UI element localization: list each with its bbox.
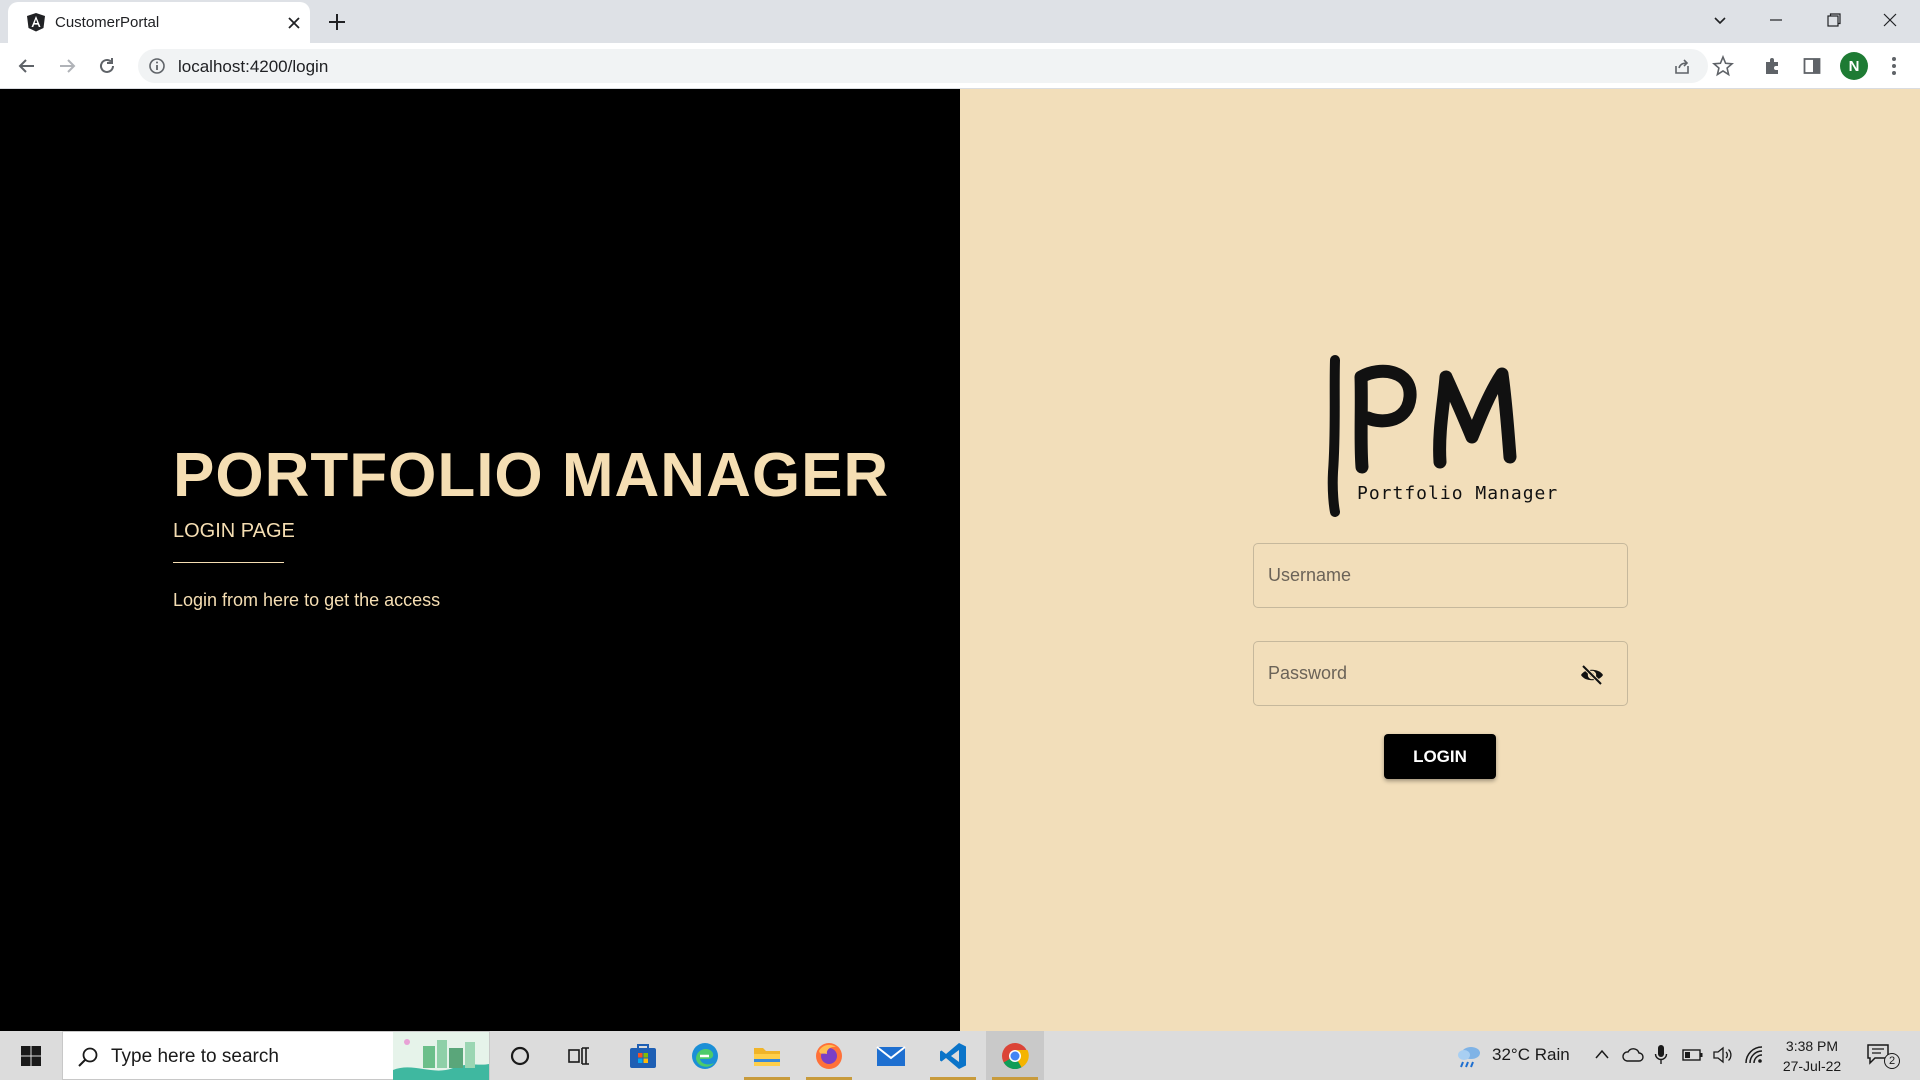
system-clock[interactable]: 3:38 PM 27-Jul-22 [1772,1036,1852,1076]
extensions-icon [1766,58,1778,74]
intro-text: Login from here to get the access [173,590,441,610]
taskbar-search[interactable]: Type here to search [62,1031,490,1080]
taskbar-vscode[interactable] [924,1031,982,1080]
taskview-icon [568,1046,589,1065]
minimize-button[interactable] [1748,0,1804,40]
start-button[interactable] [2,1031,60,1080]
reload-icon [100,58,114,73]
search-placeholder: Type here to search [111,1046,279,1067]
login-button[interactable]: LOGIN [1384,734,1496,779]
page-title: PORTFOLIO MANAGER [173,441,890,510]
chevron-up-icon[interactable] [1594,1047,1610,1063]
login-page-heading: LOGIN PAGE [173,520,295,542]
weather-icon[interactable] [1454,1043,1484,1069]
tab-search-button[interactable] [1692,0,1748,40]
taskbar-store[interactable] [614,1031,672,1080]
browser-toolbar: localhost:4200/login N [0,43,1920,89]
volume-icon[interactable] [1712,1045,1734,1065]
cortana-icon [510,1046,530,1065]
plus-icon[interactable] [326,11,348,33]
weather-text[interactable]: 32°C Rain [1492,1045,1570,1065]
extensions-button[interactable] [1760,54,1784,78]
notification-center[interactable]: 2 [1866,1041,1902,1071]
taskbar-firefox[interactable] [800,1031,858,1080]
clock-time: 3:38 PM [1785,1038,1839,1054]
tab-strip: CustomerPortal [0,0,1920,43]
username-field[interactable] [1253,543,1628,608]
restore-icon [1827,13,1841,27]
browser-tab[interactable]: CustomerPortal [8,2,310,43]
vscode-icon [940,1042,966,1069]
star-icon[interactable] [1712,55,1734,77]
cortana-button[interactable] [491,1031,549,1080]
search-highlight-illustration [393,1032,489,1080]
eye-off-icon[interactable] [1579,663,1605,687]
taskbar-edge[interactable] [676,1031,734,1080]
back-button[interactable] [14,53,40,79]
firefox-icon [816,1042,842,1069]
chrome-icon [1002,1042,1029,1069]
mail-icon [876,1045,906,1066]
share-icon[interactable] [1672,57,1692,77]
chrome-menu-button[interactable] [1882,54,1906,78]
close-icon [1883,13,1897,27]
username-input[interactable] [1254,544,1627,607]
mic-icon[interactable] [1654,1044,1668,1066]
reload-button[interactable] [94,53,120,79]
forward-button[interactable] [54,53,80,79]
windows-taskbar: Type here to search 32°C Rain 3:38 PM 27… [0,1031,1920,1080]
tab-title: CustomerPortal [55,14,160,31]
restore-button[interactable] [1806,0,1862,40]
notification-count: 2 [1884,1053,1900,1069]
close-window-button[interactable] [1862,0,1918,40]
taskbar-file-explorer[interactable] [738,1031,796,1080]
intro-panel [0,89,960,1031]
menu-icon [1892,57,1896,75]
wifi-icon[interactable] [1744,1045,1766,1065]
search-icon [78,1047,98,1067]
password-field[interactable] [1253,641,1628,706]
task-view-button[interactable] [550,1031,608,1080]
battery-icon[interactable] [1682,1048,1704,1062]
sidepanel-icon [1803,58,1821,74]
taskbar-mail[interactable] [862,1031,920,1080]
forward-icon [60,59,76,73]
info-icon[interactable] [148,57,166,75]
cloud-icon[interactable] [1622,1046,1644,1064]
url-text[interactable]: localhost:4200/login [178,57,328,77]
side-panel-button[interactable] [1800,54,1824,78]
chevron-down-icon [1714,17,1726,25]
windows-icon [21,1045,41,1066]
angular-icon [27,13,45,32]
clock-date: 27-Jul-22 [1782,1058,1842,1074]
close-icon[interactable] [285,14,303,32]
heading-underline [173,562,284,563]
store-icon [630,1043,656,1068]
back-icon [18,59,34,73]
minimize-icon [1770,19,1782,21]
address-bar[interactable]: localhost:4200/login [138,49,1708,83]
edge-icon [692,1042,718,1069]
password-input[interactable] [1254,642,1627,705]
taskbar-chrome[interactable] [986,1031,1044,1080]
logo-tagline: Portfolio Manager [1357,483,1559,504]
profile-avatar[interactable]: N [1840,52,1868,80]
folder-icon [754,1047,780,1066]
